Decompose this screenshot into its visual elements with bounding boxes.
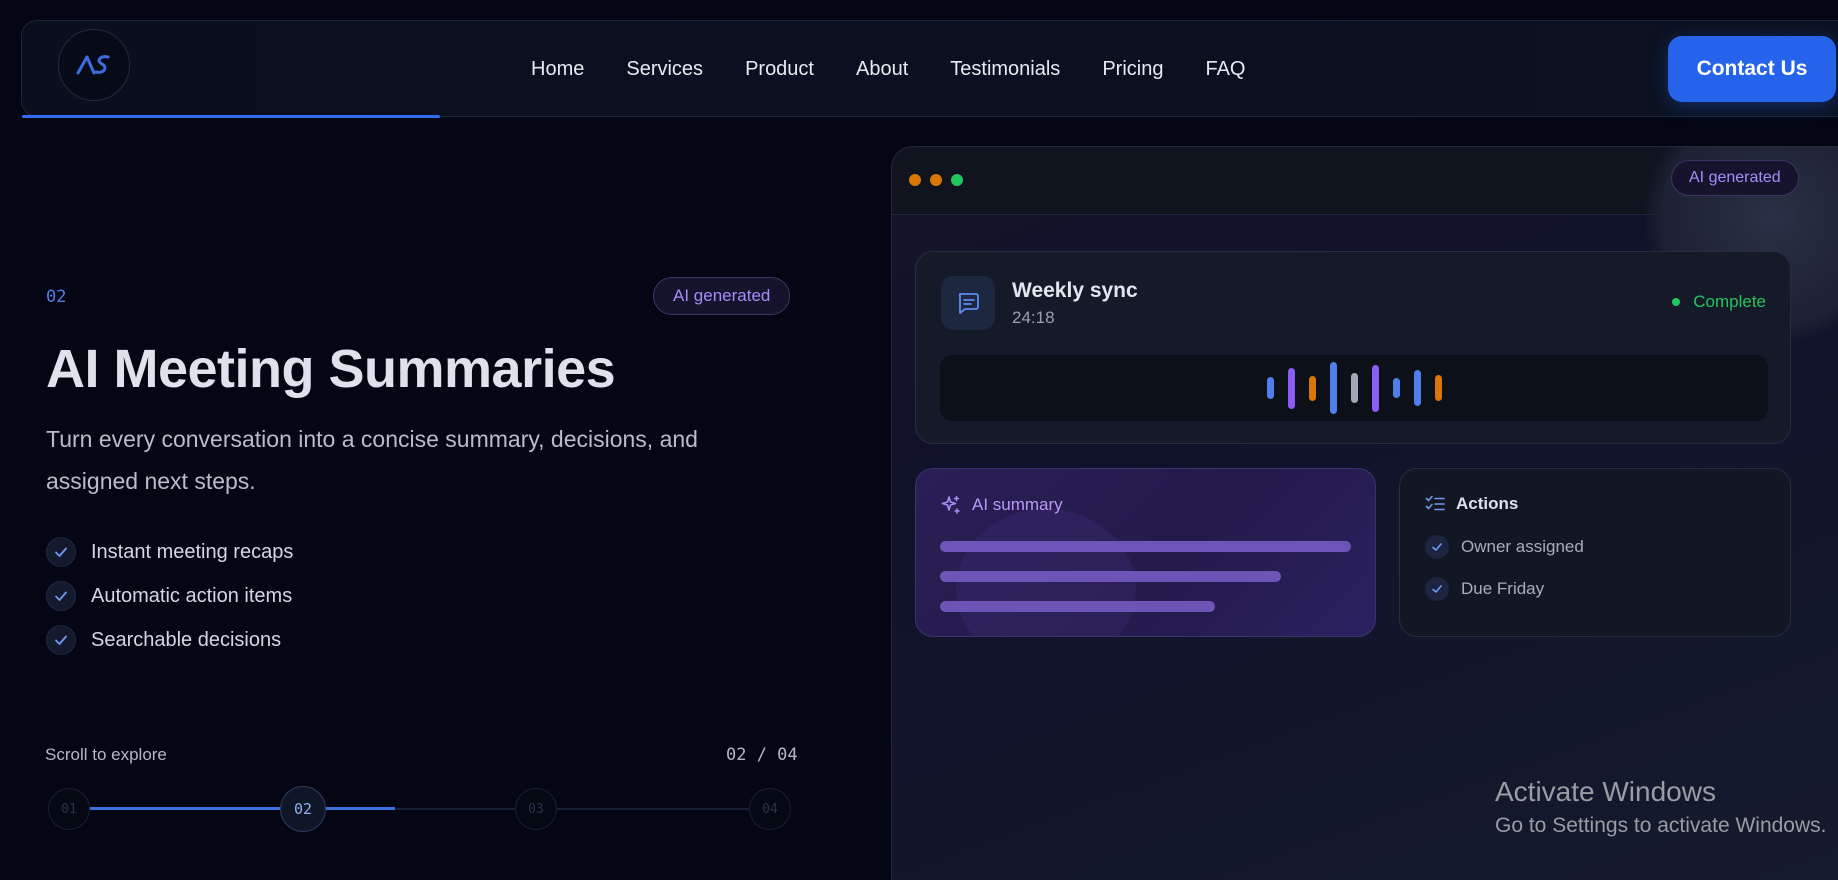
waveform-bar [1266, 377, 1274, 399]
list-item: Automatic action items [46, 574, 293, 618]
watermark-subtitle: Go to Settings to activate Windows. [1495, 814, 1827, 837]
actions-card[interactable]: Actions Owner assigned Due Friday [1399, 468, 1791, 637]
check-icon [1425, 577, 1449, 601]
activate-windows-watermark: Activate Windows Go to Settings to activ… [1495, 776, 1827, 838]
nav-scroll-progress [22, 115, 440, 118]
feature-label: Instant meeting recaps [91, 540, 294, 563]
waveform-bar [1329, 362, 1337, 414]
ai-summary-title: AI summary [972, 495, 1063, 514]
top-navbar: Home Services Product About Testimonials… [21, 20, 1838, 118]
waveform-bar [1392, 378, 1400, 398]
actions-header: Actions [1425, 494, 1518, 514]
weekly-sync-card[interactable]: Weekly sync 24:18 Complete [915, 251, 1791, 444]
actions-title: Actions [1456, 494, 1519, 513]
panel-ai-generated-badge: AI generated [1671, 160, 1799, 196]
summary-line [940, 571, 1281, 582]
watermark-title: Activate Windows [1495, 776, 1716, 807]
list-item: Owner assigned [1425, 535, 1584, 559]
step-dot-02[interactable]: 02 [280, 786, 326, 832]
nav-link-product[interactable]: Product [745, 58, 814, 81]
feature-label: Searchable decisions [91, 628, 282, 651]
step-dot-01[interactable]: 01 [48, 788, 90, 830]
window-dot-icon [930, 174, 942, 186]
contact-us-button[interactable]: Contact Us [1668, 36, 1836, 102]
waveform-bar [1287, 367, 1295, 409]
step-dot-03[interactable]: 03 [515, 788, 557, 830]
window-dot-icon [909, 174, 921, 186]
ai-generated-badge: AI generated [653, 277, 791, 315]
chat-icon [941, 276, 995, 330]
summary-line [940, 541, 1351, 552]
status-dot-icon [1672, 298, 1681, 306]
nav-links: Home Services Product About Testimonials… [531, 21, 1245, 118]
logo-icon [76, 55, 110, 75]
check-icon [46, 581, 76, 611]
check-icon [46, 537, 76, 567]
meeting-duration: 24:18 [1012, 308, 1055, 327]
meeting-title: Weekly sync [1012, 279, 1138, 302]
logo[interactable] [58, 29, 130, 101]
waveform-bar [1308, 375, 1316, 401]
scroll-to-explore-label: Scroll to explore [45, 745, 167, 764]
waveform-bar [1350, 373, 1358, 403]
feature-label: Automatic action items [91, 584, 293, 607]
step-dot-04[interactable]: 04 [749, 788, 791, 830]
list-item: Searchable decisions [46, 618, 293, 662]
sparkles-icon [941, 495, 960, 514]
audio-waveform [940, 355, 1768, 421]
nav-link-pricing[interactable]: Pricing [1102, 58, 1163, 81]
list-item: Instant meeting recaps [46, 530, 293, 574]
action-label: Due Friday [1461, 579, 1545, 598]
ai-summary-header: AI summary [940, 494, 1063, 516]
nav-link-faq[interactable]: FAQ [1205, 58, 1245, 81]
check-icon [46, 625, 76, 655]
action-label: Owner assigned [1461, 537, 1584, 556]
feature-list: Instant meeting recaps Automatic action … [46, 530, 293, 662]
ai-summary-card[interactable]: AI summary [915, 468, 1376, 637]
page-subtitle: Turn every conversation into a concise s… [46, 426, 698, 494]
step-number: 02 [46, 287, 67, 307]
nav-link-testimonials[interactable]: Testimonials [950, 58, 1060, 81]
nav-link-home[interactable]: Home [531, 58, 584, 81]
status-badge: Complete [1672, 292, 1766, 312]
list-item: Due Friday [1425, 577, 1544, 601]
checklist-icon [1425, 495, 1445, 511]
waveform-bar [1434, 375, 1442, 401]
page-title: AI Meeting Summaries [46, 339, 616, 399]
step-track-progress [68, 807, 395, 810]
status-label: Complete [1693, 292, 1766, 311]
waveform-bar [1371, 364, 1379, 412]
nav-link-services[interactable]: Services [626, 58, 703, 81]
nav-link-about[interactable]: About [856, 58, 908, 81]
window-dot-icon [951, 174, 963, 186]
step-counter: 02 / 04 [726, 745, 798, 765]
check-icon [1425, 535, 1449, 559]
waveform-bar [1413, 370, 1421, 406]
summary-line [940, 601, 1215, 612]
